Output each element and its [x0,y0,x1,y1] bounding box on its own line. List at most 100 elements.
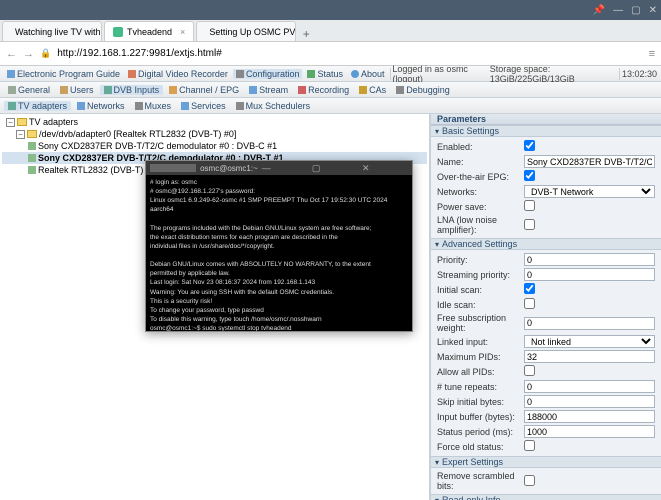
section-readonly[interactable]: ▾Read-only Info [431,494,661,500]
powersave-checkbox[interactable] [524,200,535,211]
tuner-icon [28,154,36,162]
label-linked: Linked input: [437,337,522,347]
label-name: Name: [437,157,522,167]
label-initscan: Initial scan: [437,285,522,295]
collapse-icon: ▾ [435,127,439,136]
idlescan-checkbox[interactable] [524,298,535,309]
maxpids-input[interactable] [524,350,655,363]
terminal-body[interactable]: # login as: osmc # osmc@192.168.1.227's … [146,175,412,331]
sub-debug[interactable]: Debugging [392,85,454,95]
tab-adapters[interactable]: TV adapters [4,101,71,111]
adapter-tree: −TV adapters −/dev/dvb/adapter0 [Realtek… [0,114,430,500]
app-toolbar: Electronic Program Guide Digital Video R… [0,66,661,82]
label-statper: Status period (ms): [437,427,522,437]
networks-select[interactable]: DVB-T Network [524,185,655,198]
sub-dvb[interactable]: DVB Inputs [100,85,164,95]
services-icon [181,102,189,110]
tab-services[interactable]: Services [177,101,230,111]
priority-input[interactable] [524,253,655,266]
label-powersave: Power save: [437,202,522,212]
info-icon [351,70,359,78]
tab-networks[interactable]: Networks [73,101,129,111]
config-subtoolbar: General Users DVB Inputs Channel / EPG S… [0,82,661,98]
sched-icon [236,102,244,110]
name-input[interactable] [524,155,655,168]
browser-tab[interactable]: Setting Up OSMC PVR – Help and …× [196,21,296,41]
sub-users[interactable]: Users [56,85,98,95]
toolbar-about[interactable]: About [348,69,388,79]
forceold-checkbox[interactable] [524,440,535,451]
sub-channel[interactable]: Channel / EPG [165,85,243,95]
menu-icon[interactable]: ≡ [649,48,655,60]
general-icon [8,86,16,94]
dvr-icon [128,70,136,78]
browser-tabbar: Watching live TV with a USB DVB t…× Tvhe… [0,20,661,42]
channel-icon [169,86,177,94]
rmscr-checkbox[interactable] [524,475,535,486]
enabled-checkbox[interactable] [524,140,535,151]
dvb-subtoolbar: TV adapters Networks Muxes Services Mux … [0,98,661,114]
label-networks: Networks: [437,187,522,197]
tree-child[interactable]: Sony CXD2837ER DVB-T/T2/C demodulator #0… [2,140,427,152]
forward-icon[interactable]: → [23,48,34,60]
tab-muxes[interactable]: Muxes [131,101,176,111]
toolbar-status[interactable]: Status [304,69,346,79]
address-input[interactable] [57,48,642,59]
skipinit-input[interactable] [524,395,655,408]
maximize-icon[interactable]: ▢ [631,5,640,16]
stream-icon [249,86,257,94]
bug-icon [396,86,404,94]
users-icon [60,86,68,94]
login-status[interactable]: Logged in as osmc (logout) [392,64,485,84]
sub-stream[interactable]: Stream [245,85,292,95]
streampri-input[interactable] [524,268,655,281]
linked-select[interactable]: Not linked [524,335,655,348]
panel-title: Parameters [431,114,661,125]
section-basic[interactable]: ▾Basic Settings [431,125,661,137]
parameters-panel: Parameters ▾Basic Settings Enabled: Name… [430,114,661,500]
terminal-close-icon[interactable]: ✕ [362,163,408,174]
sub-general[interactable]: General [4,85,54,95]
back-icon[interactable]: ← [6,48,17,60]
tab-close-icon[interactable]: × [180,27,185,37]
pin-icon[interactable]: 📌 [593,5,605,16]
expand-icon[interactable]: − [6,118,15,127]
sub-cas[interactable]: CAs [355,85,390,95]
toolbar-config[interactable]: Configuration [233,69,303,79]
ota-checkbox[interactable] [524,170,535,181]
terminal-titlebar[interactable]: osmc@osmc1:~ — ▢ ✕ [146,161,412,175]
gear-icon [236,70,244,78]
lna-checkbox[interactable] [524,219,535,230]
initscan-checkbox[interactable] [524,283,535,294]
toolbar-epg[interactable]: Electronic Program Guide [4,69,123,79]
browser-tab[interactable]: Tvheadend× [104,21,194,41]
tunerep-input[interactable] [524,380,655,393]
folder-icon [27,130,37,138]
section-expert[interactable]: ▾Expert Settings [431,456,661,468]
label-maxpids: Maximum PIDs: [437,352,522,362]
tree-root[interactable]: −TV adapters [2,116,427,128]
terminal-max-icon[interactable]: ▢ [312,163,358,174]
url-bar: ← → 🔒 ≡ [0,42,661,66]
browser-tab[interactable]: Watching live TV with a USB DVB t…× [2,21,102,41]
collapse-icon: ▾ [435,496,439,500]
toolbar-dvr[interactable]: Digital Video Recorder [125,69,231,79]
close-icon[interactable]: ✕ [649,5,657,16]
ibuf-input[interactable] [524,410,655,423]
freesub-input[interactable] [524,317,655,330]
allpids-checkbox[interactable] [524,365,535,376]
main-area: −TV adapters −/dev/dvb/adapter0 [Realtek… [0,114,661,500]
expand-icon[interactable]: − [16,130,25,139]
minimize-icon[interactable]: — [613,5,623,16]
terminal-min-icon[interactable]: — [262,163,308,173]
new-tab-button[interactable]: + [296,27,316,41]
cas-icon [359,86,367,94]
tab-muxsched[interactable]: Mux Schedulers [232,101,315,111]
label-allpids: Allow all PIDs: [437,367,522,377]
label-tunerep: # tune repeats: [437,382,522,392]
tree-adapter[interactable]: −/dev/dvb/adapter0 [Realtek RTL2832 (DVB… [2,128,427,140]
sub-recording[interactable]: Recording [294,85,353,95]
section-advanced[interactable]: ▾Advanced Settings [431,238,661,250]
status-icon [307,70,315,78]
statper-input[interactable] [524,425,655,438]
